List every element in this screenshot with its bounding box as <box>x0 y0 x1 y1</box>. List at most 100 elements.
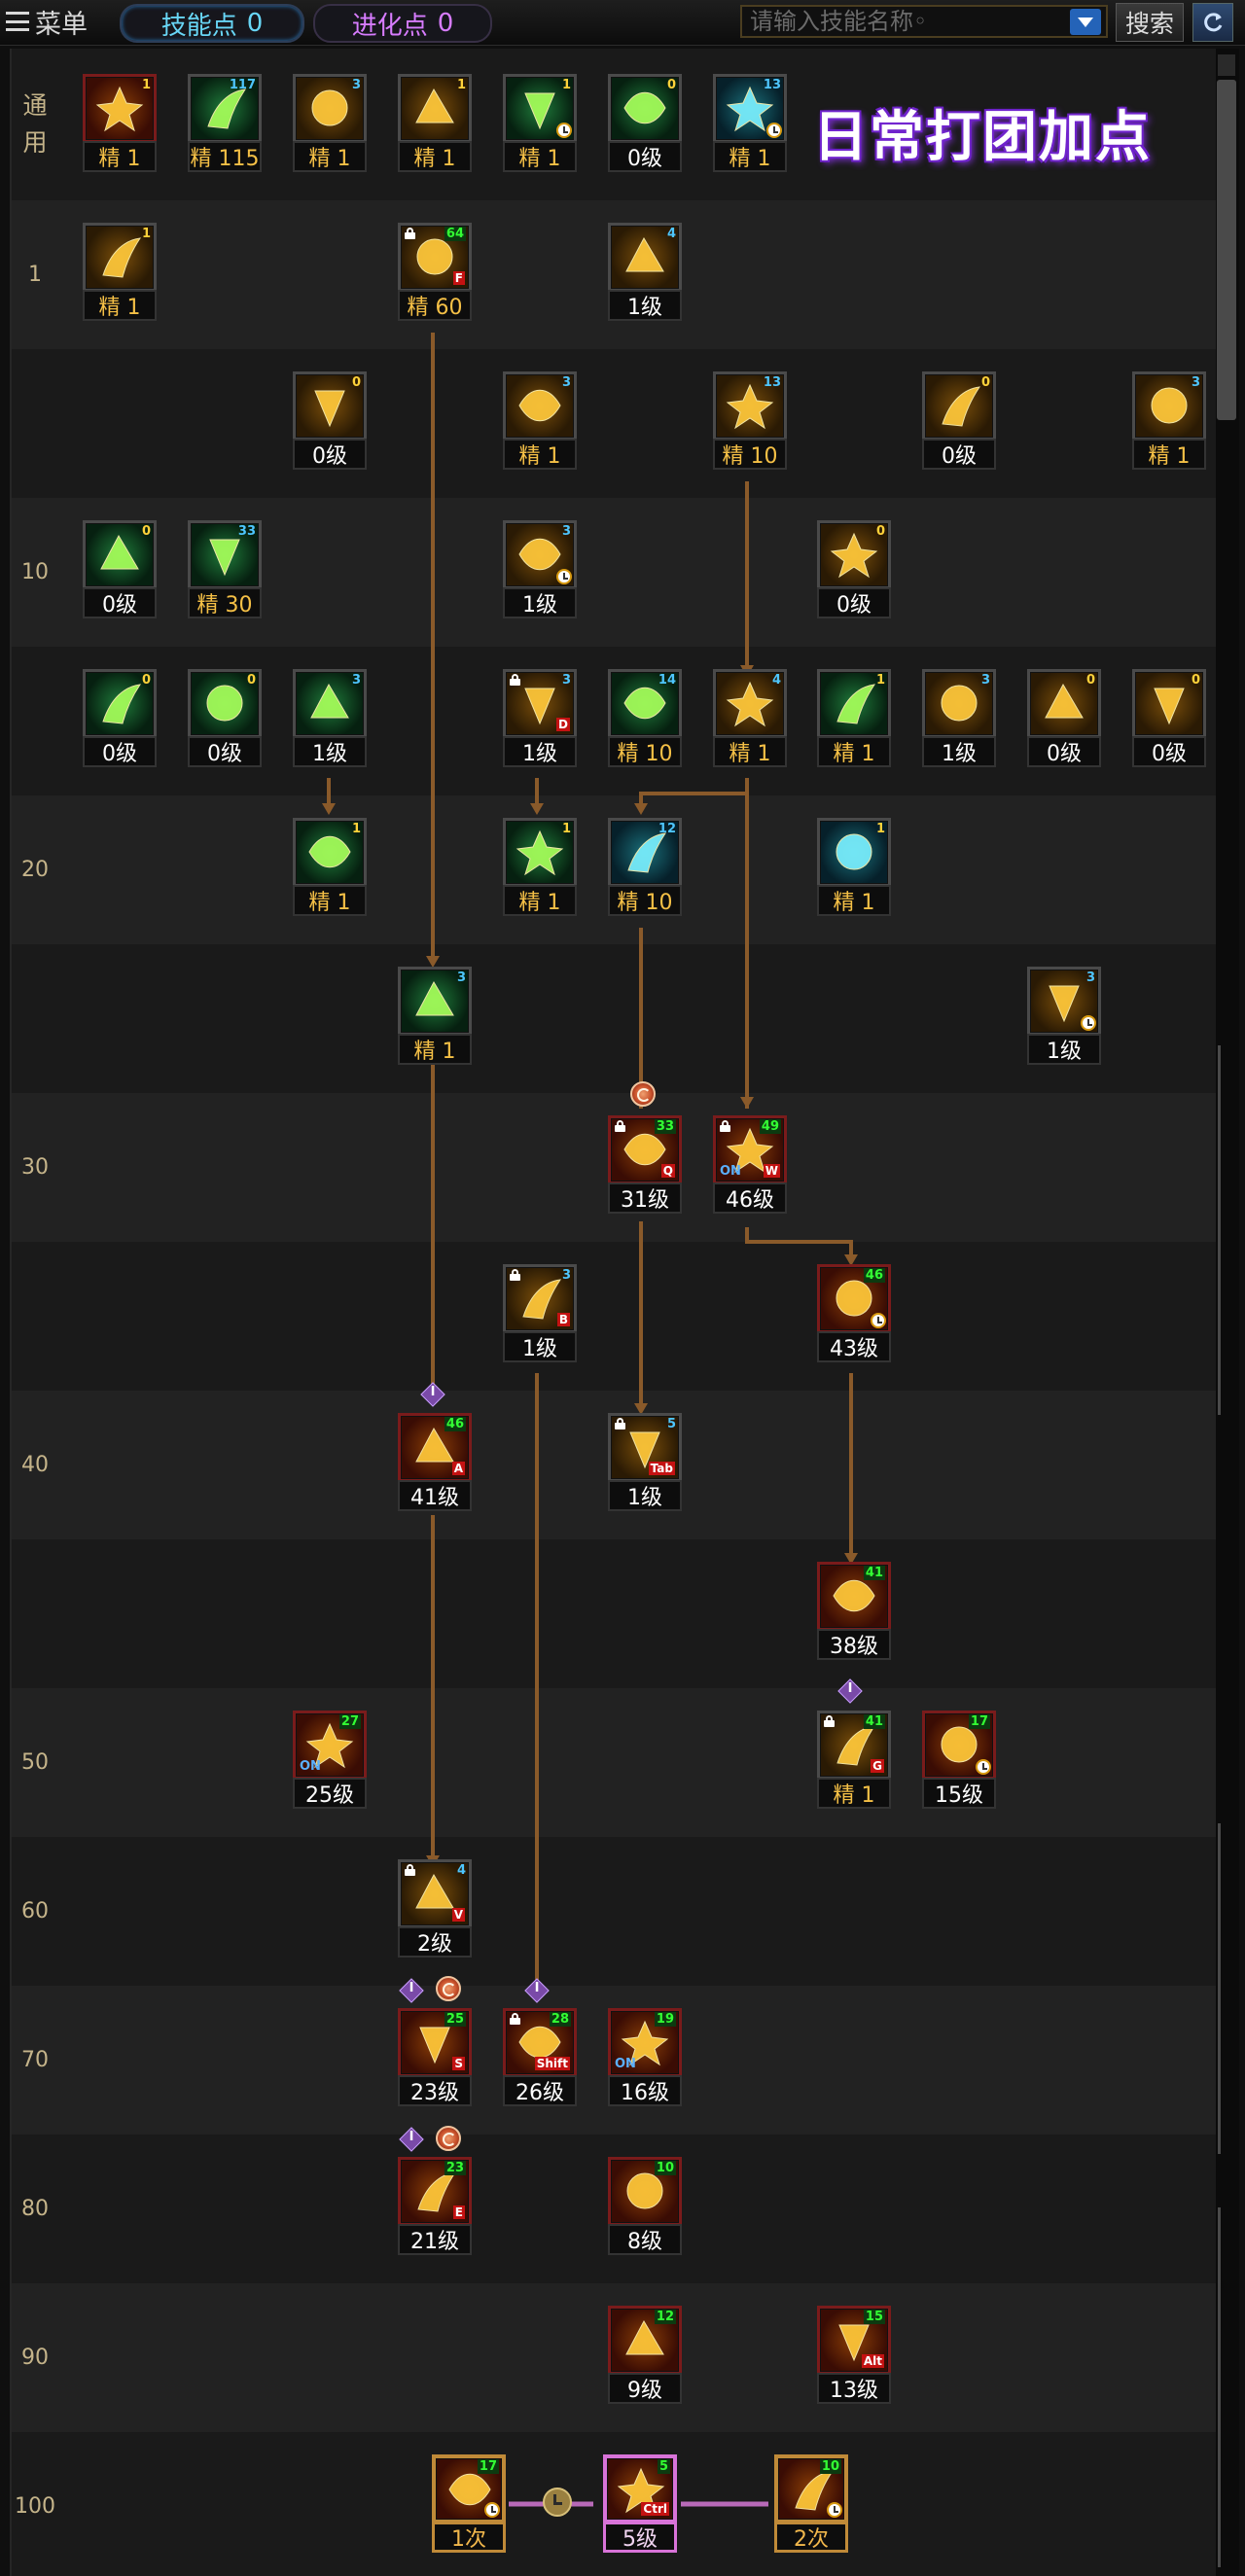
skill-slot[interactable]: 5 Tab 1级 <box>608 1413 682 1514</box>
flame-pillar-icon[interactable]: 4V <box>398 1859 472 1928</box>
twin-slash-icon[interactable]: 3 <box>922 669 996 738</box>
skill-slot[interactable]: 117 精 115 <box>188 74 262 175</box>
skill-slot[interactable]: 0 0级 <box>83 520 157 621</box>
flame-dash-icon[interactable]: 3 <box>293 74 367 143</box>
awakening-burst-icon[interactable]: 5 Ctrl <box>603 2454 677 2523</box>
skill-slot[interactable]: 5 Ctrl 5级 <box>603 2454 677 2556</box>
target-icon[interactable]: 0 <box>608 74 682 143</box>
skill-slot[interactable]: 1 精 1 <box>293 818 367 919</box>
skill-slot[interactable]: 23 E 21级 <box>398 2157 472 2258</box>
skill-slot[interactable]: 3 1级 <box>922 669 996 770</box>
skill-slot[interactable]: 4 V 2级 <box>398 1859 472 1960</box>
skill-slot[interactable]: 3 1级 <box>503 520 577 621</box>
golden-beast-icon[interactable]: 41 G <box>817 1711 891 1780</box>
green-burst-icon[interactable]: 0 <box>188 669 262 738</box>
skill-slot[interactable]: 0 0级 <box>817 520 891 621</box>
skill-slot[interactable]: 0 0级 <box>608 74 682 175</box>
green-orb-icon[interactable]: 1 <box>503 818 577 887</box>
skill-slot[interactable]: 19 ON 16级 <box>608 2008 682 2109</box>
fire-nova-icon[interactable]: 15 Alt <box>817 2306 891 2375</box>
skill-slot[interactable]: 64 F 精 60 <box>398 223 472 324</box>
fire-pierce-icon[interactable]: 46 A <box>398 1413 472 1482</box>
green-crescent-icon[interactable]: 1 <box>817 669 891 738</box>
awakening-flame-icon[interactable]: 10 <box>774 2454 848 2523</box>
skill-slot[interactable]: 3 精 1 <box>1132 371 1206 473</box>
green-shield-icon[interactable]: 14 <box>608 669 682 738</box>
search-button[interactable]: 搜索 <box>1116 3 1184 42</box>
arrow-burst-icon[interactable]: 3 <box>503 371 577 441</box>
tornado-icon[interactable]: 3 <box>398 967 472 1036</box>
lance-icon[interactable]: 5 Tab <box>608 1413 682 1482</box>
skill-slot[interactable]: 10 8级 <box>608 2157 682 2258</box>
skill-slot[interactable]: 3 精 1 <box>398 967 472 1068</box>
skill-slot[interactable]: 0 0级 <box>922 371 996 473</box>
scrollbar-thumb[interactable] <box>1217 80 1236 420</box>
feather-icon[interactable]: 0 <box>293 371 367 441</box>
claw-swipe-icon[interactable]: 4 <box>608 223 682 292</box>
moon-slash-icon[interactable]: 3D <box>503 669 577 738</box>
skill-slot[interactable]: 41 38级 <box>817 1562 891 1663</box>
skill-slot[interactable]: 1 精 1 <box>503 74 577 175</box>
skill-slot[interactable]: 0 0级 <box>83 669 157 770</box>
fire-storm-icon[interactable]: 10 <box>608 2157 682 2226</box>
skill-slot[interactable]: 3 精 1 <box>293 74 367 175</box>
skill-slot[interactable]: 0 0级 <box>188 669 262 770</box>
triple-claw-icon[interactable]: 3 <box>1132 371 1206 441</box>
refresh-button[interactable] <box>1192 3 1233 42</box>
skill-slot[interactable]: 0 0级 <box>1027 669 1101 770</box>
skill-slot[interactable]: 17 1次 <box>432 2454 506 2556</box>
skill-search-input[interactable] <box>740 5 1108 38</box>
fire-tower-icon[interactable]: 28 Shift <box>503 2008 577 2077</box>
running-figure-icon[interactable]: 1 <box>503 74 577 143</box>
green-figure-icon[interactable]: 1 <box>293 818 367 887</box>
skill-slot[interactable]: 33 Q 31级 <box>608 1115 682 1217</box>
skill-slot[interactable]: 13 精 10 <box>713 371 787 473</box>
sitting-figure-icon[interactable]: 1 <box>398 74 472 143</box>
skill-slot[interactable]: 3 1级 <box>293 669 367 770</box>
vortex-icon[interactable]: 0 <box>817 520 891 589</box>
skill-slot[interactable]: 1 精 1 <box>83 223 157 324</box>
claw-slash-icon[interactable]: 64 F <box>398 223 472 292</box>
skill-slot[interactable]: 0 0级 <box>1132 669 1206 770</box>
crescent-icon[interactable]: 13 <box>713 371 787 441</box>
skill-slot[interactable]: 12 9级 <box>608 2306 682 2407</box>
green-spear-icon[interactable]: 0 <box>83 520 157 589</box>
skill-slot[interactable]: 41 G 精 1 <box>817 1711 891 1812</box>
skill-slot[interactable]: 12 精 10 <box>608 818 682 919</box>
skill-slot[interactable]: 27 ON 25级 <box>293 1711 367 1812</box>
fire-blast-icon[interactable]: 1 <box>83 74 157 143</box>
search-dropdown-button[interactable] <box>1070 9 1101 35</box>
chain-icon[interactable]: 3 <box>293 669 367 738</box>
fire-crescent-icon[interactable]: 23 E <box>398 2157 472 2226</box>
skill-slot[interactable]: 3 1级 <box>1027 967 1101 1068</box>
sun-wheel-icon[interactable]: 4 <box>713 669 787 738</box>
skill-slot[interactable]: 25 S 23级 <box>398 2008 472 2109</box>
skill-slot[interactable]: 46 43级 <box>817 1264 891 1365</box>
skill-slot[interactable]: 14 精 10 <box>608 669 682 770</box>
fire-beast-icon[interactable]: 41 <box>817 1562 891 1631</box>
skill-slot[interactable]: 17 15级 <box>922 1711 996 1812</box>
skill-slot[interactable]: 1 精 1 <box>817 669 891 770</box>
dragon-head-icon[interactable]: 117 <box>188 74 262 143</box>
dragon-roar-icon[interactable]: 49 W ON <box>713 1115 787 1184</box>
fist-icon[interactable]: 1 <box>83 223 157 292</box>
skill-slot[interactable]: 28 Shift 26级 <box>503 2008 577 2109</box>
pillar-icon[interactable]: 3B <box>503 1264 577 1333</box>
skill-slot[interactable]: 4 1级 <box>608 223 682 324</box>
green-blade-icon[interactable]: 33 <box>188 520 262 589</box>
skill-slot[interactable]: 3 D 1级 <box>503 669 577 770</box>
skill-slot[interactable]: 3 精 1 <box>503 371 577 473</box>
skill-slot[interactable]: 33 精 30 <box>188 520 262 621</box>
scroll-up-button[interactable] <box>1218 54 1235 76</box>
blue-spirit-icon[interactable]: 1 <box>817 818 891 887</box>
wings-icon[interactable]: 13 <box>713 74 787 143</box>
skill-slot[interactable]: 15 Alt 13级 <box>817 2306 891 2407</box>
skill-slot[interactable]: 49 W ON 46级 <box>713 1115 787 1217</box>
flaming-slash-icon[interactable]: 33 Q <box>608 1115 682 1184</box>
cross-sword-icon[interactable]: 0 <box>1027 669 1101 738</box>
fan-wind-icon[interactable]: 3 <box>1027 967 1101 1036</box>
skill-slot[interactable]: 1 精 1 <box>817 818 891 919</box>
menu-button[interactable]: 菜单 <box>6 4 88 40</box>
skill-slot[interactable]: 1 精 1 <box>83 74 157 175</box>
skill-slot[interactable]: 1 精 1 <box>503 818 577 919</box>
